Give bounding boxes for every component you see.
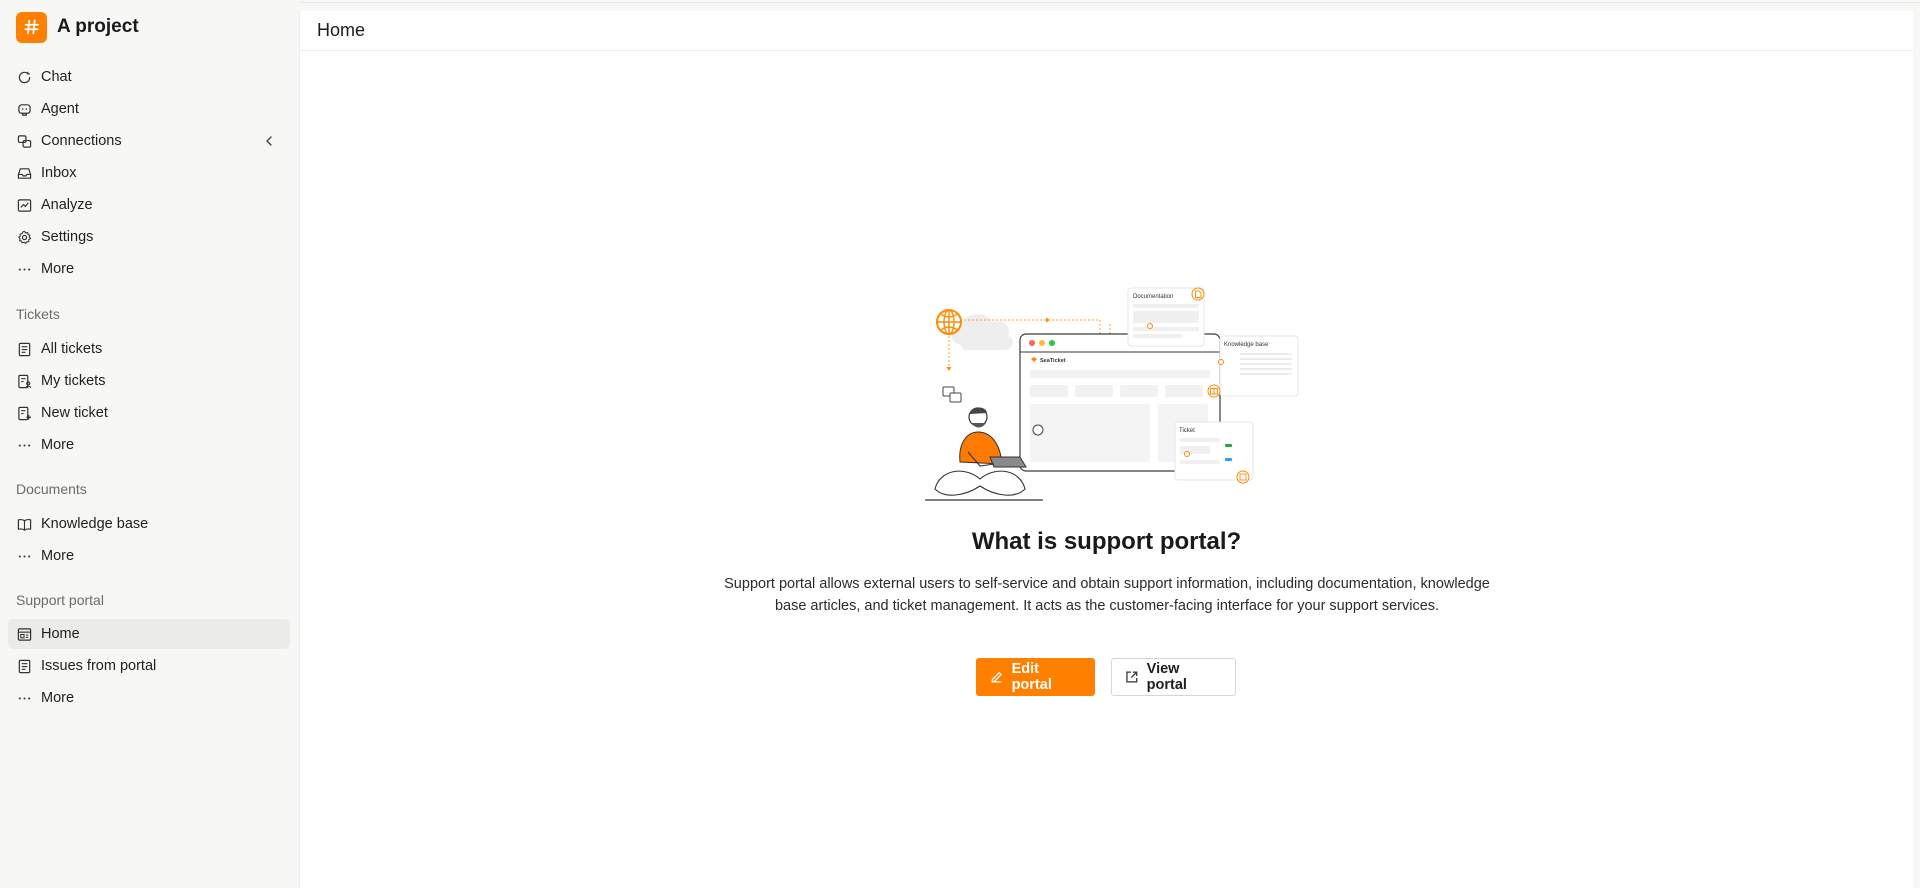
sidebar-item-label: Inbox — [41, 165, 77, 181]
sidebar-item-analyze[interactable]: Analyze — [8, 190, 290, 220]
sidebar-item-label: All tickets — [41, 341, 103, 357]
sidebar-item-tickets-more[interactable]: More — [8, 430, 290, 460]
globe-icon — [936, 309, 962, 335]
connections-icon — [17, 134, 32, 149]
section-label-support-portal: Support portal — [16, 592, 104, 608]
sidebar-item-settings[interactable]: Settings — [8, 222, 290, 252]
sidebar-item-knowledge-base[interactable]: Knowledge base — [8, 509, 290, 539]
my-tickets-icon — [17, 374, 32, 389]
sidebar-item-connections[interactable]: Connections — [8, 126, 290, 156]
portal-home-icon — [17, 627, 32, 642]
agent-icon — [17, 102, 32, 117]
sidebar-item-label: Chat — [41, 69, 72, 85]
sidebar-item-label: Connections — [41, 133, 122, 149]
section-label-documents: Documents — [16, 481, 87, 497]
sidebar-item-agent[interactable]: Agent — [8, 94, 290, 124]
page-title: Home — [317, 20, 366, 40]
sidebar-item-issues-from-portal[interactable]: Issues from portal — [8, 651, 290, 681]
sidebar-item-more[interactable]: More — [8, 254, 290, 284]
sidebar-item-label: Knowledge base — [41, 516, 149, 532]
new-ticket-icon — [17, 406, 32, 421]
more-icon — [17, 262, 32, 277]
hero-actions: Edit portal View portal — [976, 658, 1236, 696]
sidebar-item-label: More — [41, 261, 75, 277]
sidebar-item-home[interactable]: Home — [8, 619, 290, 649]
more-icon — [17, 549, 32, 564]
sidebar-item-label: My tickets — [41, 373, 106, 389]
sidebar-item-new-ticket[interactable]: New ticket — [8, 398, 290, 428]
project-title: A project — [57, 16, 139, 37]
knowledge-card-label: Knowledge base — [1224, 342, 1269, 348]
inbox-icon — [17, 166, 32, 181]
sidebar-item-label: More — [41, 548, 75, 564]
sidebar-item-portal-more[interactable]: More — [8, 683, 290, 713]
issues-icon — [17, 659, 32, 674]
sidebar-item-label: More — [41, 437, 75, 453]
hero-title: What is support portal? — [971, 528, 1242, 555]
more-icon — [17, 691, 32, 706]
sidebar-item-chat[interactable]: Chat — [8, 62, 290, 92]
book-icon — [17, 517, 32, 532]
chevron-left-icon[interactable] — [262, 134, 276, 148]
sidebar-item-label: Home — [41, 626, 80, 642]
hero-description: Support portal allows external users to … — [724, 576, 1490, 614]
edit-pencil-icon — [991, 672, 1002, 683]
sidebar-item-label: Issues from portal — [41, 658, 157, 674]
sidebar-item-my-tickets[interactable]: My tickets — [8, 366, 290, 396]
sidebar-item-label: More — [41, 690, 75, 706]
sidebar-item-label: Agent — [41, 101, 79, 117]
section-label-tickets: Tickets — [16, 306, 60, 322]
page-header: Home — [300, 11, 1913, 51]
illustration-brand-label: SeaTicket — [1040, 358, 1066, 364]
ticket-list-icon — [17, 342, 32, 357]
sidebar-item-inbox[interactable]: Inbox — [8, 158, 290, 188]
chat-icon — [17, 70, 32, 85]
documentation-card-label: Documentation — [1133, 294, 1173, 300]
sidebar: A project Chat Agent Connections Inbox A… — [0, 0, 298, 888]
sidebar-item-label: Settings — [41, 229, 94, 245]
external-link-icon — [1126, 671, 1138, 683]
edit-portal-button[interactable]: Edit portal — [976, 658, 1095, 696]
main-panel: Home SeaTicket Documentation Knowledge b… — [299, 11, 1913, 888]
edit-portal-label: Edit portal — [1011, 661, 1052, 693]
sidebar-item-documents-more[interactable]: More — [8, 541, 290, 571]
sidebar-item-label: New ticket — [41, 405, 108, 421]
sidebar-item-all-tickets[interactable]: All tickets — [8, 334, 290, 364]
view-portal-label: View portal — [1146, 661, 1187, 693]
support-portal-illustration: SeaTicket Documentation Knowledge base T… — [925, 287, 1299, 501]
project-logo-icon — [16, 11, 47, 43]
top-divider — [299, 2, 1920, 3]
ticket-card-label: Ticket — [1179, 428, 1195, 434]
project-brand[interactable]: A project — [16, 11, 139, 43]
settings-icon — [17, 230, 32, 245]
view-portal-button[interactable]: View portal — [1111, 658, 1236, 696]
analyze-icon — [17, 198, 32, 213]
more-icon — [17, 438, 32, 453]
sidebar-item-label: Analyze — [41, 197, 93, 213]
